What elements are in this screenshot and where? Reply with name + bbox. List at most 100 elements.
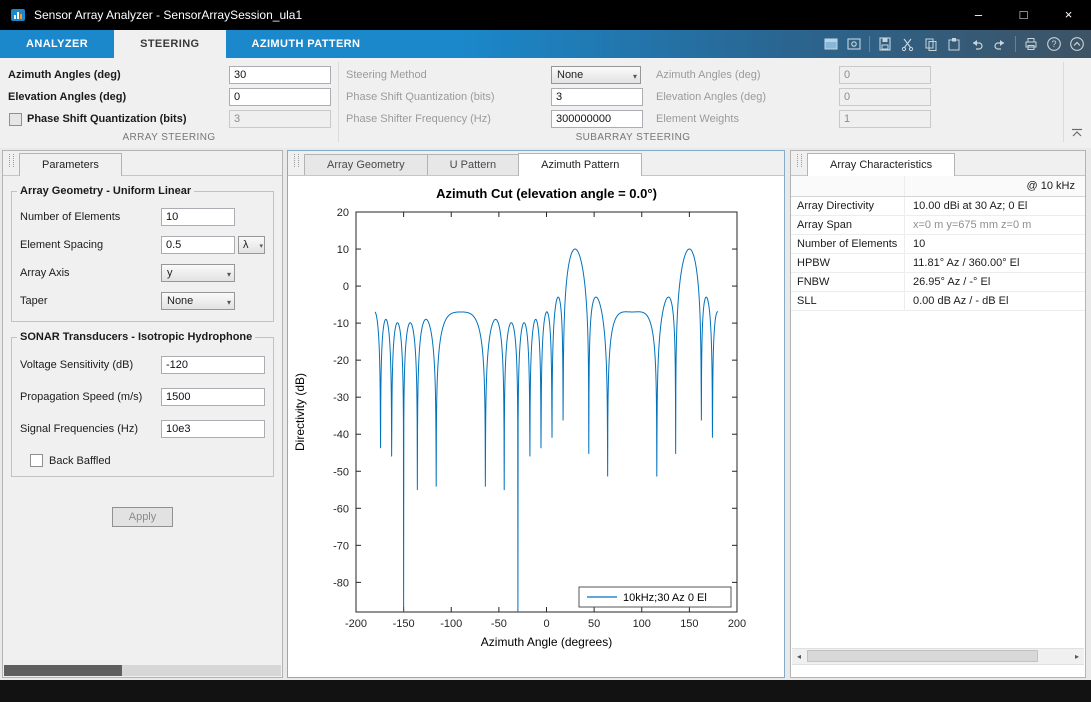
subarray-steering-section-label: SUBARRAY STEERING bbox=[338, 131, 928, 145]
pattern-panel-header: Array Geometry U Pattern Azimuth Pattern bbox=[288, 151, 784, 176]
parameters-panel-header: Parameters bbox=[3, 151, 282, 176]
phase-shift-quantization-input[interactable] bbox=[229, 110, 331, 128]
scrollbar-thumb[interactable] bbox=[4, 665, 122, 676]
azimuth-angles-input[interactable] bbox=[229, 66, 331, 84]
plot-box bbox=[356, 212, 737, 612]
back-baffled-label: Back Baffled bbox=[49, 455, 111, 467]
title-bar: Sensor Array Analyzer - SensorArraySessi… bbox=[0, 0, 1091, 30]
undo-icon[interactable] bbox=[969, 36, 985, 52]
cut-icon[interactable] bbox=[900, 36, 916, 52]
voltage-sensitivity-input[interactable] bbox=[161, 356, 265, 374]
number-of-elements-input[interactable] bbox=[161, 208, 235, 226]
subarray-quantization-label: Phase Shift Quantization (bits) bbox=[346, 88, 495, 106]
redo-icon[interactable] bbox=[992, 36, 1008, 52]
x-tick-label: -100 bbox=[440, 618, 462, 630]
x-tick-label: 100 bbox=[633, 618, 651, 630]
phase-shift-quantization-checkbox[interactable] bbox=[9, 113, 22, 126]
taper-label: Taper bbox=[20, 295, 161, 307]
tab-u-pattern[interactable]: U Pattern bbox=[427, 154, 519, 175]
y-tick-label: -20 bbox=[333, 355, 349, 367]
tab-array-characteristics[interactable]: Array Characteristics bbox=[807, 153, 955, 176]
y-tick-label: -60 bbox=[333, 503, 349, 515]
x-tick-label: 150 bbox=[680, 618, 698, 630]
array-geometry-group: Array Geometry - Uniform Linear Number o… bbox=[11, 185, 274, 322]
toolbar-separator bbox=[869, 36, 870, 52]
print-icon[interactable] bbox=[1023, 36, 1039, 52]
y-tick-label: -80 bbox=[333, 577, 349, 589]
tab-array-geometry[interactable]: Array Geometry bbox=[304, 154, 428, 175]
screenshot-icon[interactable] bbox=[846, 36, 862, 52]
characteristics-panel-header: Array Characteristics bbox=[791, 151, 1085, 176]
minimize-button[interactable]: – bbox=[956, 0, 1001, 30]
help-icon[interactable]: ? bbox=[1046, 36, 1062, 52]
scrollbar-thumb[interactable] bbox=[807, 650, 1038, 662]
maximize-button[interactable]: □ bbox=[1001, 0, 1046, 30]
table-row: Array Span x=0 m y=675 mm z=0 m bbox=[791, 216, 1085, 235]
panel-grip[interactable] bbox=[9, 154, 14, 167]
ribbon-collapse-icon[interactable] bbox=[1071, 128, 1083, 138]
scroll-right-icon[interactable]: ▸ bbox=[1070, 649, 1084, 664]
back-baffled-checkbox[interactable] bbox=[30, 454, 43, 467]
subarray-elevation-angles-input[interactable] bbox=[839, 88, 931, 106]
element-spacing-unit-select[interactable]: λ ▾ bbox=[238, 236, 265, 254]
azimuth-cut-chart: -200-150-100-5005010015020020100-10-20-3… bbox=[288, 176, 784, 677]
y-tick-label: -70 bbox=[333, 540, 349, 552]
signal-frequencies-input[interactable] bbox=[161, 420, 265, 438]
paste-icon[interactable] bbox=[946, 36, 962, 52]
window-bottom-strip bbox=[0, 680, 1091, 702]
steering-method-select[interactable]: None ▾ bbox=[551, 66, 641, 84]
x-tick-label: 0 bbox=[543, 618, 549, 630]
y-tick-label: 0 bbox=[343, 281, 349, 293]
table-row: FNBW 26.95° Az / -° El bbox=[791, 273, 1085, 292]
y-tick-label: -50 bbox=[333, 466, 349, 478]
array-geometry-group-title: Array Geometry - Uniform Linear bbox=[17, 185, 194, 197]
panel-grip[interactable] bbox=[294, 154, 299, 167]
ribbon: Azimuth Angles (deg) Elevation Angles (d… bbox=[0, 58, 1091, 149]
element-spacing-input[interactable] bbox=[161, 236, 235, 254]
apply-button[interactable]: Apply bbox=[112, 507, 174, 527]
azimuth-angles-label: Azimuth Angles (deg) bbox=[8, 66, 121, 84]
subarray-quantization-input[interactable] bbox=[551, 88, 643, 106]
elevation-angles-label: Elevation Angles (deg) bbox=[8, 88, 126, 106]
element-spacing-label: Element Spacing bbox=[20, 239, 161, 251]
legend-label: 10kHz;30 Az 0 El bbox=[623, 592, 707, 604]
array-axis-select[interactable]: y ▾ bbox=[161, 264, 235, 282]
parameters-horizontal-scrollbar[interactable] bbox=[4, 665, 281, 676]
array-steering-section-label: ARRAY STEERING bbox=[0, 131, 338, 145]
subarray-azimuth-angles-input[interactable] bbox=[839, 66, 931, 84]
quick-access-toolbar: ? bbox=[823, 30, 1085, 58]
collapse-toolstrip-icon[interactable] bbox=[1069, 36, 1085, 52]
chart-area: -200-150-100-5005010015020020100-10-20-3… bbox=[288, 176, 784, 677]
tab-parameters[interactable]: Parameters bbox=[19, 153, 122, 176]
copy-icon[interactable] bbox=[923, 36, 939, 52]
tab-analyzer[interactable]: ANALYZER bbox=[0, 30, 114, 58]
elevation-angles-input[interactable] bbox=[229, 88, 331, 106]
scroll-left-icon[interactable]: ◂ bbox=[792, 649, 806, 664]
save-icon[interactable] bbox=[877, 36, 893, 52]
x-axis-label: Azimuth Angle (degrees) bbox=[481, 635, 612, 649]
svg-text:?: ? bbox=[1051, 39, 1056, 49]
y-tick-label: -10 bbox=[333, 318, 349, 330]
propagation-speed-label: Propagation Speed (m/s) bbox=[20, 391, 161, 403]
sonar-transducers-group-title: SONAR Transducers - Isotropic Hydrophone bbox=[17, 331, 255, 343]
phase-shifter-frequency-label: Phase Shifter Frequency (Hz) bbox=[346, 110, 491, 128]
chevron-down-icon: ▾ bbox=[259, 239, 263, 255]
characteristics-horizontal-scrollbar[interactable]: ◂ ▸ bbox=[792, 648, 1084, 665]
phase-shifter-frequency-input[interactable] bbox=[551, 110, 643, 128]
array-axis-label: Array Axis bbox=[20, 267, 161, 279]
propagation-speed-input[interactable] bbox=[161, 388, 265, 406]
app-icon bbox=[10, 7, 26, 23]
tab-azimuth-pattern-view[interactable]: Azimuth Pattern bbox=[518, 153, 642, 176]
tab-steering[interactable]: STEERING bbox=[114, 30, 225, 58]
element-weights-input[interactable] bbox=[839, 110, 931, 128]
taper-select[interactable]: None ▾ bbox=[161, 292, 235, 310]
default-layout-icon[interactable] bbox=[823, 36, 839, 52]
subarray-elevation-angles-label: Elevation Angles (deg) bbox=[656, 88, 766, 106]
close-button[interactable]: × bbox=[1046, 0, 1091, 30]
frequency-column-header: @ 10 kHz bbox=[905, 176, 1085, 196]
characteristic-column-header bbox=[791, 176, 905, 196]
tab-azimuth-pattern[interactable]: AZIMUTH PATTERN bbox=[226, 30, 387, 58]
table-row: SLL 0.00 dB Az / - dB El bbox=[791, 292, 1085, 311]
panel-grip[interactable] bbox=[797, 154, 802, 167]
y-tick-label: 10 bbox=[337, 244, 349, 256]
